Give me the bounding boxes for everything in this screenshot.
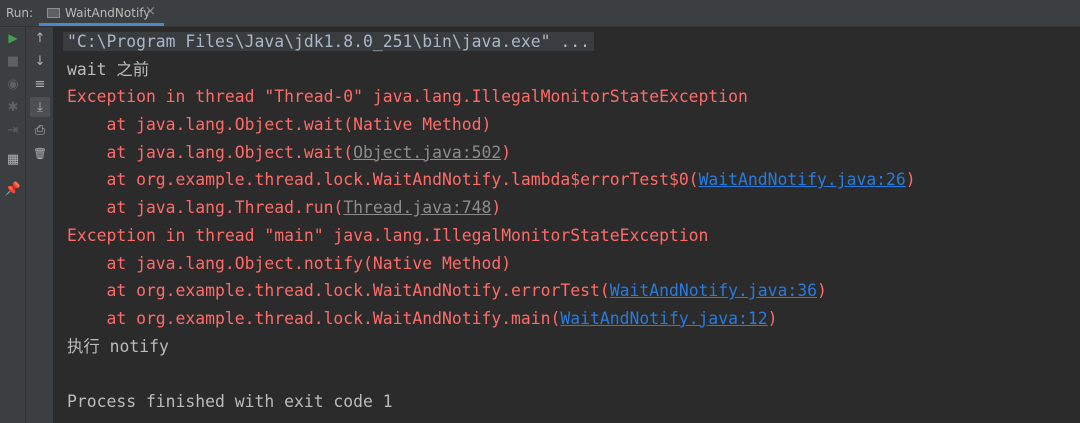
down-arrow-icon[interactable]: ↓: [30, 51, 50, 71]
stack-link[interactable]: Thread.java:748: [343, 198, 491, 217]
run-toolbar: Run: WaitAndNotify ×: [0, 0, 1080, 27]
stack-frame: at org.example.thread.lock.WaitAndNotify…: [67, 170, 916, 190]
tab-waitandnotify[interactable]: WaitAndNotify ×: [39, 0, 164, 26]
debug-icon[interactable]: ✱: [3, 97, 23, 117]
console-output[interactable]: "C:\Program Files\Java\jdk1.8.0_251\bin\…: [63, 28, 1080, 423]
stack-frame: at java.lang.Object.wait(Object.java:502…: [67, 142, 512, 162]
scroll-to-end-icon[interactable]: ⤓: [30, 97, 50, 117]
console-tab-icon: [47, 8, 60, 18]
stack-link[interactable]: WaitAndNotify.java:36: [610, 281, 817, 300]
close-tab-icon[interactable]: ×: [145, 4, 156, 19]
run-actions-gutter: ▶ ■ ◉ ✱ ⇥ ▦ 📌: [0, 27, 26, 423]
layout-icon[interactable]: ▦: [3, 149, 23, 169]
stdout-line: wait 之前: [67, 59, 150, 79]
soft-wrap-icon[interactable]: ≡: [30, 74, 50, 94]
rerun-icon[interactable]: ▶: [3, 28, 23, 48]
trash-icon[interactable]: 🗑: [30, 143, 50, 163]
exception-line: Exception in thread "Thread-0" java.lang…: [67, 87, 748, 107]
pin-icon[interactable]: 📌: [3, 179, 23, 199]
exception-line: Exception in thread "main" java.lang.Ill…: [67, 225, 709, 245]
stack-link[interactable]: WaitAndNotify.java:12: [560, 309, 767, 328]
stack-frame: at java.lang.Object.wait(Native Method): [67, 115, 492, 135]
print-icon[interactable]: ⎙: [30, 120, 50, 140]
restore-layout-icon[interactable]: ⇥: [3, 120, 23, 140]
stdout-line: 执行 notify: [67, 336, 169, 356]
up-arrow-icon[interactable]: ↑: [30, 28, 50, 48]
stack-link[interactable]: Object.java:502: [353, 143, 501, 162]
stack-frame: at java.lang.Thread.run(Thread.java:748): [67, 198, 502, 218]
stack-link[interactable]: WaitAndNotify.java:26: [699, 170, 906, 189]
stack-frame: at java.lang.Object.notify(Native Method…: [67, 253, 512, 273]
stack-frame: at org.example.thread.lock.WaitAndNotify…: [67, 281, 827, 301]
camera-icon[interactable]: ◉: [3, 74, 23, 94]
stop-icon[interactable]: ■: [3, 51, 23, 71]
tab-title: WaitAndNotify: [65, 6, 151, 20]
run-label: Run:: [6, 6, 34, 20]
stack-frame: at org.example.thread.lock.WaitAndNotify…: [67, 308, 778, 328]
exit-status-line: Process finished with exit code 1: [67, 391, 393, 411]
console-actions-gutter: ↑ ↓ ≡ ⤓ ⎙ 🗑: [26, 27, 54, 423]
command-line[interactable]: "C:\Program Files\Java\jdk1.8.0_251\bin\…: [63, 32, 595, 51]
